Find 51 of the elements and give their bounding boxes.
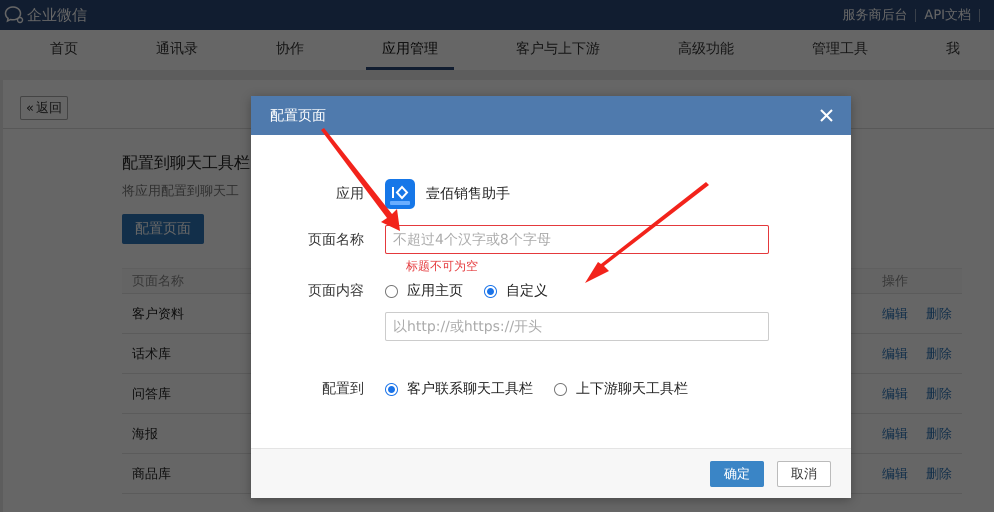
- radio-button[interactable]: [385, 382, 398, 396]
- action-link[interactable]: 删除: [926, 304, 952, 322]
- close-icon[interactable]: [820, 109, 833, 122]
- field-label: 页面名称: [307, 230, 365, 248]
- nav-tab[interactable]: 我: [930, 30, 976, 70]
- logo-text: 企业微信: [27, 6, 87, 24]
- table-cell: 海报: [122, 414, 250, 454]
- back-button[interactable]: «返回: [20, 96, 68, 120]
- logo-icon: [4, 5, 24, 25]
- action-link[interactable]: 删除: [926, 464, 952, 482]
- error-message: 标题不可为空: [406, 258, 479, 275]
- table-cell: 问答库: [122, 374, 250, 414]
- nav-tab[interactable]: 客户与上下游: [500, 30, 616, 70]
- action-link[interactable]: 编辑: [882, 304, 908, 322]
- radio-label[interactable]: 上下游聊天工具栏: [576, 380, 688, 398]
- action-link[interactable]: 删除: [926, 344, 952, 362]
- nav-tab[interactable]: 管理工具: [796, 30, 884, 70]
- radio-label[interactable]: 自定义: [506, 282, 548, 300]
- app-logo-icon: [385, 179, 415, 209]
- header-link[interactable]: API文档: [924, 6, 971, 24]
- field-label: 应用: [335, 185, 365, 203]
- action-link[interactable]: 删除: [926, 424, 952, 442]
- nav-tab[interactable]: 协作: [260, 30, 320, 70]
- table-cell: 商品库: [122, 454, 250, 494]
- field-label: 页面内容: [307, 282, 365, 300]
- nav-tab[interactable]: 通讯录: [140, 30, 214, 70]
- cancel-button[interactable]: 取消: [777, 460, 831, 486]
- nav-tab[interactable]: 首页: [34, 30, 94, 70]
- action-link[interactable]: 编辑: [882, 384, 908, 402]
- nav-tab[interactable]: 高级功能: [662, 30, 750, 70]
- radio-label[interactable]: 客户联系聊天工具栏: [407, 380, 533, 398]
- action-link[interactable]: 编辑: [882, 344, 908, 362]
- radio-label[interactable]: 应用主页: [407, 282, 463, 300]
- table-cell: 话术库: [122, 334, 250, 374]
- radio-button[interactable]: [385, 284, 398, 298]
- table-cell: 客户资料: [122, 294, 250, 334]
- page-name-field[interactable]: 不超过4个汉字或8个字母: [385, 225, 769, 254]
- section-title: 配置到聊天工具栏: [122, 153, 250, 174]
- url-field[interactable]: 以http://或https://开头: [385, 312, 769, 341]
- dialog-title: 配置页面: [270, 106, 326, 124]
- header-link[interactable]: 服务商后台: [842, 6, 908, 24]
- action-link[interactable]: 删除: [926, 384, 952, 402]
- field-label: 配置到: [321, 380, 365, 398]
- nav-tab[interactable]: 应用管理: [366, 30, 454, 70]
- configure-page-button[interactable]: 配置页面: [122, 214, 204, 244]
- radio-button[interactable]: [484, 284, 497, 298]
- action-link[interactable]: 编辑: [882, 424, 908, 442]
- action-link[interactable]: 编辑: [882, 464, 908, 482]
- confirm-button[interactable]: 确定: [710, 460, 764, 486]
- radio-button[interactable]: [554, 382, 567, 396]
- app-name: 壹佰销售助手: [426, 185, 510, 203]
